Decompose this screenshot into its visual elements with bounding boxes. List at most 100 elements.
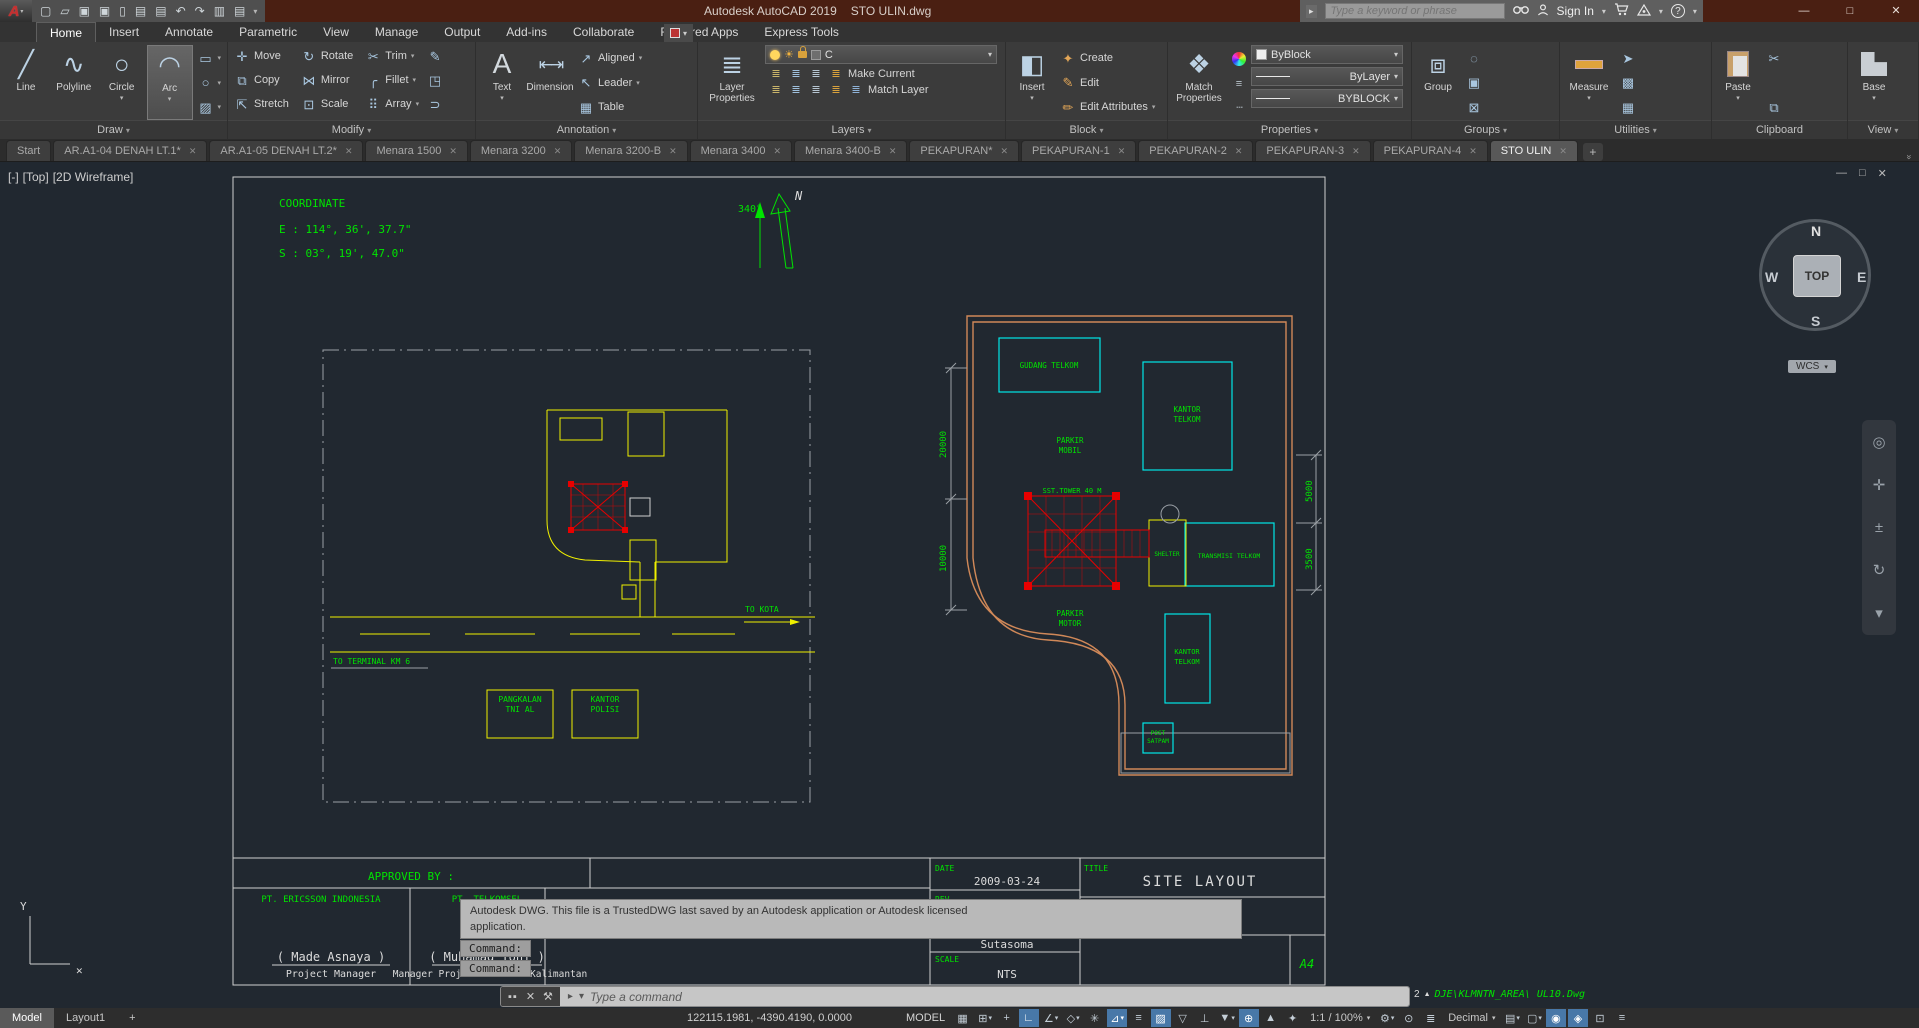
polyline-button[interactable]: ∿ Polyline (51, 45, 97, 120)
grid-icon[interactable]: ▦ (953, 1009, 973, 1027)
aligned-button[interactable]: ↗ Aligned ▾ (575, 47, 645, 69)
move-button[interactable]: ✛ Move (231, 45, 296, 67)
utilities-panel-title[interactable]: Utilities ▾ (1560, 120, 1711, 140)
close-tab-icon[interactable]: ✕ (669, 146, 677, 157)
dynamic-ucs-icon[interactable]: ⊥ (1195, 1009, 1215, 1027)
file-tab[interactable]: PEKAPURAN-4 ✕ (1372, 140, 1488, 161)
rectangle-icon[interactable]: ▭ ▾ (195, 47, 225, 69)
rotate-button[interactable]: ↻ Rotate (298, 45, 360, 67)
close-button[interactable]: ✕ (1873, 0, 1919, 22)
file-tab[interactable]: Menara 3400 ✕ (689, 140, 792, 161)
file-tab[interactable]: PEKAPURAN* ✕ (909, 140, 1020, 161)
layer-match-icon[interactable]: ≣ (849, 83, 863, 96)
quick-calc-button[interactable]: ▦ (1617, 96, 1639, 118)
ribbon-tab[interactable]: Featured Apps (647, 22, 751, 42)
viewcube-south[interactable]: S (1811, 313, 1820, 329)
isodraft-icon[interactable]: ◇ ▾ (1063, 1009, 1083, 1027)
layer-unlock-icon[interactable]: ≣ (809, 83, 823, 96)
file-tab[interactable]: AR.A1-05 DENAH LT.2* ✕ (209, 140, 364, 161)
dynamic-input-icon[interactable]: + (997, 1009, 1017, 1027)
block-panel-title[interactable]: Block ▾ (1006, 120, 1167, 140)
ribbon-tab[interactable]: Add-ins (493, 22, 560, 42)
ribbon-tab[interactable]: Parametric (226, 22, 310, 42)
circle-button[interactable]: ○ Circle ▾ (99, 45, 145, 120)
ribbon-tab[interactable]: Insert (96, 22, 152, 42)
doc-close-button[interactable]: ✕ (1878, 167, 1887, 180)
mirror-button[interactable]: ⋈ Mirror (298, 69, 360, 91)
file-tab[interactable]: Menara 3400-B ✕ (793, 140, 908, 161)
copy-clip-button[interactable]: ⧉ (1763, 96, 1785, 118)
file-tab[interactable]: PEKAPURAN-3 ✕ (1255, 140, 1371, 161)
annotation-monitor-icon[interactable]: ≣ (1421, 1009, 1441, 1027)
layer-combo[interactable]: ☀ C ▾ (765, 45, 997, 64)
file-tab[interactable]: STO ULIN ✕ (1489, 140, 1578, 161)
sign-in-caret-icon[interactable]: ▾ (1602, 7, 1606, 16)
close-tab-icon[interactable]: ✕ (889, 146, 897, 157)
batch-plot-icon[interactable]: ▤ (234, 5, 245, 17)
close-tab-icon[interactable]: ✕ (1559, 146, 1567, 157)
autoscale-icon[interactable]: ✦ (1283, 1009, 1303, 1027)
dimension-button[interactable]: ⇤⇥ Dimension (526, 45, 573, 120)
linetype-list-icon[interactable]: ┄ (1236, 102, 1243, 114)
ribbon-tab[interactable]: Express Tools (751, 22, 851, 42)
explode-button[interactable]: ◳ (424, 69, 454, 91)
mobile-device-icon[interactable]: ▯ (119, 5, 126, 17)
cloud-share-icon[interactable]: ▤ (135, 5, 146, 17)
tab-overflow-icon[interactable]: » (1904, 154, 1914, 157)
save-icon[interactable]: ▣ (79, 5, 90, 17)
close-tab-icon[interactable]: ✕ (1352, 146, 1360, 157)
isolate-objects-icon[interactable]: ⊙ (1399, 1009, 1419, 1027)
layer-properties-button[interactable]: ≣ Layer Properties (701, 45, 763, 120)
file-tab[interactable]: PEKAPURAN-2 ✕ (1138, 140, 1254, 161)
ribbon-tab[interactable]: Output (431, 22, 493, 42)
ribbon-tab[interactable]: Annotate (152, 22, 226, 42)
new-layout-button[interactable]: + (117, 1008, 147, 1028)
doc-minimize-button[interactable]: — (1836, 167, 1847, 180)
layout1-tab[interactable]: Layout1 (54, 1008, 117, 1028)
close-tab-icon[interactable]: ✕ (1235, 146, 1243, 157)
hardware-acceleration-icon[interactable]: ◈ (1568, 1009, 1589, 1027)
minimize-button[interactable]: — (1781, 0, 1827, 22)
expand-history-icon[interactable]: ▲ (1424, 991, 1431, 998)
viewport-menu-button[interactable]: [-] (8, 170, 19, 184)
modify-panel-title[interactable]: Modify ▾ (228, 120, 475, 140)
viewcube-east[interactable]: E (1857, 269, 1866, 285)
properties-panel-title[interactable]: Properties ▾ (1168, 120, 1411, 140)
line-button[interactable]: ╱ Line (3, 45, 49, 120)
layer-unisolate-icon[interactable]: ≣ (829, 83, 843, 96)
save-as-icon[interactable]: ▣ (99, 5, 110, 17)
close-tab-icon[interactable]: ✕ (449, 146, 457, 157)
ribbon-display-toggle[interactable]: ▾ (664, 24, 694, 42)
layer-thaw-icon[interactable]: ≣ (789, 83, 803, 96)
ribbon-tab[interactable]: Manage (362, 22, 431, 42)
view-panel-title[interactable]: View ▾ (1848, 120, 1918, 140)
file-tab[interactable]: Start✕ (6, 140, 52, 161)
open-folder-icon[interactable]: ▱ (60, 5, 69, 17)
new-file-icon[interactable]: ▢ (40, 5, 51, 17)
view-control-button[interactable]: [Top] (23, 170, 49, 184)
selection-cycling-icon[interactable]: ▽ (1173, 1009, 1193, 1027)
close-tab-icon[interactable]: ✕ (189, 146, 197, 157)
layer-bulb-icon[interactable] (770, 49, 780, 60)
file-tab[interactable]: PEKAPURAN-1 ✕ (1021, 140, 1137, 161)
search-go-icon[interactable]: ▸ (1306, 4, 1317, 18)
copy-button[interactable]: ⧉ Copy (231, 69, 296, 91)
help-icon[interactable]: ? (1670, 4, 1685, 18)
selection-filter-icon[interactable]: ▼ ▾ (1217, 1009, 1237, 1027)
arc-button[interactable]: ◠ Arc ▾ (146, 45, 193, 120)
orbit-icon[interactable]: ↻ (1873, 561, 1886, 579)
viewcube-west[interactable]: W (1765, 269, 1778, 285)
draw-panel-title[interactable]: Draw ▾ (0, 120, 227, 140)
make-current-button[interactable]: Make Current (848, 68, 915, 80)
leader-button[interactable]: ↖ Leader ▾ (575, 72, 645, 94)
navbar-more-icon[interactable]: ▾ (1875, 604, 1883, 622)
match-properties-button[interactable]: ❖ Match Properties (1171, 45, 1227, 120)
erase-button[interactable]: ✎ (424, 45, 454, 67)
group-edit-button[interactable]: ▣ (1463, 72, 1485, 94)
layer-lock-icon[interactable]: ≣ (829, 67, 843, 80)
model-tab[interactable]: Model (0, 1008, 54, 1028)
measure-button[interactable]: Measure ▾ (1563, 45, 1615, 120)
hatch-icon[interactable]: ▨ ▾ (195, 96, 225, 118)
new-tab-button[interactable]: + (1582, 143, 1603, 161)
app-store-icon[interactable] (1636, 3, 1651, 19)
